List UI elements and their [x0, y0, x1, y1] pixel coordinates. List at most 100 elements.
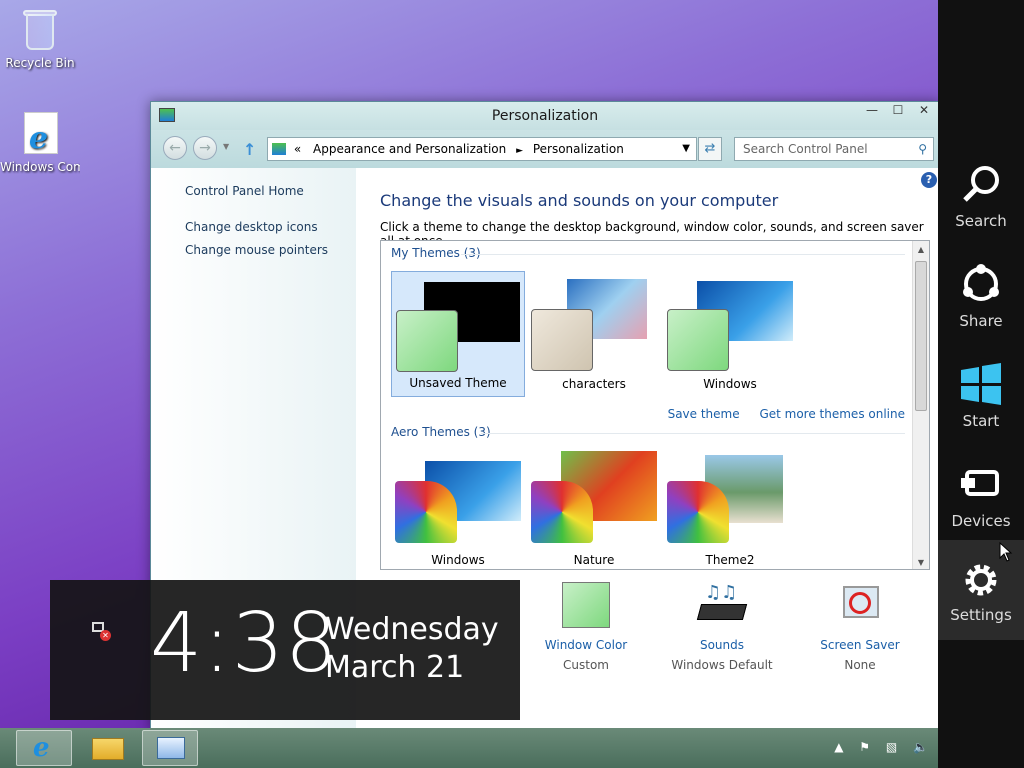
recent-pages-icon[interactable]: ▼ — [223, 142, 229, 151]
search-icon[interactable]: ⚲ — [918, 138, 927, 160]
screen-saver-icon — [837, 582, 883, 628]
window-color-label[interactable]: Window Color — [526, 638, 646, 652]
network-disconnected-icon: ✕ — [90, 620, 112, 642]
theme-name: characters — [562, 377, 626, 391]
charm-label: Settings — [950, 606, 1012, 624]
breadcrumb-parent[interactable]: Appearance and Personalization — [313, 142, 506, 156]
vertical-scrollbar[interactable]: ▲ ▼ — [912, 241, 929, 569]
network-icon[interactable]: ▧ — [886, 740, 897, 754]
share-icon — [963, 264, 999, 301]
window-color-swatch — [562, 582, 610, 628]
taskbar: e ▲ ⚑ ▧ 🔈 — [0, 728, 938, 768]
change-desktop-icons-link[interactable]: Change desktop icons — [185, 220, 318, 234]
control-panel-home-link[interactable]: Control Panel Home — [185, 184, 304, 198]
my-themes-label: My Themes (3) — [391, 246, 481, 260]
minimize-button[interactable]: — — [859, 102, 885, 120]
aero-themes-label: Aero Themes (3) — [391, 425, 491, 439]
back-button[interactable]: ← — [163, 136, 187, 160]
windows-logo-icon — [961, 363, 1001, 405]
charm-devices[interactable]: Devices — [938, 448, 1024, 548]
refresh-button[interactable]: ⇄ — [698, 137, 722, 161]
theme-name: Theme2 — [705, 553, 755, 567]
windows-compatibility-label: Windows Compatibili... — [0, 160, 80, 174]
theme-name: Windows — [703, 377, 757, 391]
page-heading: Change the visuals and sounds on your co… — [380, 191, 779, 210]
theme-color-swatch — [396, 310, 458, 372]
control-panel-taskbar-button[interactable] — [142, 730, 198, 766]
title-bar[interactable]: Personalization — ☐ ✕ — [151, 102, 939, 130]
build-watermark: For testing purposes only. Build 8305.fb… — [474, 710, 944, 725]
recycle-bin-icon[interactable]: Recycle Bin — [0, 6, 80, 70]
close-button[interactable]: ✕ — [911, 102, 937, 120]
system-tray: ▲ ⚑ ▧ 🔈 — [822, 740, 928, 754]
control-panel-icon — [157, 737, 185, 759]
breadcrumb-prefix[interactable]: « — [294, 142, 301, 156]
recycle-bin-image — [16, 6, 64, 54]
ie-document-image: e — [16, 110, 64, 158]
navigation-bar: ← → ▼ ↑ « Appearance and Personalization… — [151, 130, 939, 168]
charm-label: Share — [959, 312, 1003, 330]
charm-share[interactable]: Share — [938, 248, 1024, 348]
mouse-cursor-icon — [999, 542, 1013, 562]
windows-compatibility-icon[interactable]: e Windows Compatibili... — [0, 110, 80, 174]
clock-overlay: ✕ 4:38 Wednesday March 21 — [50, 580, 520, 720]
get-more-themes-link[interactable]: Get more themes online — [759, 407, 905, 421]
theme-name: Nature — [573, 553, 615, 567]
control-panel-icon — [272, 143, 286, 155]
internet-explorer-taskbar-button[interactable]: e — [16, 730, 72, 766]
color-palette-icon — [531, 481, 593, 543]
save-theme-link[interactable]: Save theme — [668, 407, 740, 421]
search-placeholder: Search Control Panel — [743, 142, 868, 156]
up-arrow-icon[interactable]: ↑ — [243, 140, 256, 159]
window-title: Personalization — [491, 108, 599, 124]
folder-icon — [92, 738, 124, 760]
change-mouse-pointers-link[interactable]: Change mouse pointers — [185, 243, 328, 257]
action-center-flag-icon[interactable]: ⚑ — [859, 740, 870, 754]
chevron-down-icon[interactable]: ▼ — [682, 138, 690, 160]
clock-day: Wednesday — [325, 612, 499, 647]
color-palette-icon — [395, 481, 457, 543]
help-icon[interactable]: ? — [921, 172, 937, 188]
theme-theme2[interactable]: Theme2 — [663, 447, 797, 569]
gear-icon — [965, 564, 997, 596]
scrollbar-thumb[interactable] — [915, 261, 927, 411]
sounds-item[interactable]: ♫♫ Sounds Windows Default — [662, 582, 782, 672]
recycle-bin-label: Recycle Bin — [5, 56, 75, 70]
theme-aero-windows[interactable]: Windows — [391, 447, 525, 569]
theme-characters[interactable]: characters — [527, 271, 661, 397]
address-bar[interactable]: « Appearance and Personalization ► Perso… — [267, 137, 697, 161]
breadcrumb-current[interactable]: Personalization — [533, 142, 624, 156]
search-input[interactable]: Search Control Panel ⚲ — [734, 137, 934, 161]
window-color-value: Custom — [563, 658, 609, 672]
color-palette-icon — [667, 481, 729, 543]
charm-search[interactable]: Search — [938, 148, 1024, 248]
scroll-up-arrow[interactable]: ▲ — [913, 245, 929, 254]
screen-saver-item[interactable]: Screen Saver None — [800, 582, 920, 672]
volume-muted-icon[interactable]: 🔈 — [913, 740, 928, 754]
screen-saver-label[interactable]: Screen Saver — [800, 638, 920, 652]
clock-time: 4:38 — [150, 596, 339, 691]
forward-button[interactable]: → — [193, 136, 217, 160]
file-explorer-taskbar-button[interactable] — [80, 730, 136, 766]
maximize-button[interactable]: ☐ — [885, 102, 911, 120]
sounds-value: Windows Default — [671, 658, 773, 672]
chevron-right-icon: ► — [516, 146, 523, 156]
sounds-icon: ♫♫ — [696, 582, 748, 628]
theme-unsaved[interactable]: Unsaved Theme — [391, 271, 525, 397]
charm-label: Devices — [951, 512, 1011, 530]
window-color-item[interactable]: Window Color Custom — [526, 582, 646, 672]
theme-gallery: My Themes (3) Unsaved Theme characters W… — [380, 240, 930, 570]
scroll-down-arrow[interactable]: ▼ — [913, 558, 929, 567]
theme-color-swatch — [667, 309, 729, 371]
charm-label: Search — [955, 212, 1007, 230]
theme-nature[interactable]: Nature — [527, 447, 661, 569]
internet-explorer-icon: e — [33, 733, 50, 763]
show-hidden-icons-icon[interactable]: ▲ — [834, 740, 843, 754]
charms-bar: Search Share Start Devices Settings — [938, 0, 1024, 768]
charm-start[interactable]: Start — [938, 348, 1024, 448]
theme-color-swatch — [531, 309, 593, 371]
theme-windows[interactable]: Windows — [663, 271, 797, 397]
charm-label: Start — [962, 412, 1000, 430]
theme-name: Windows — [431, 553, 485, 567]
sounds-label[interactable]: Sounds — [662, 638, 782, 652]
